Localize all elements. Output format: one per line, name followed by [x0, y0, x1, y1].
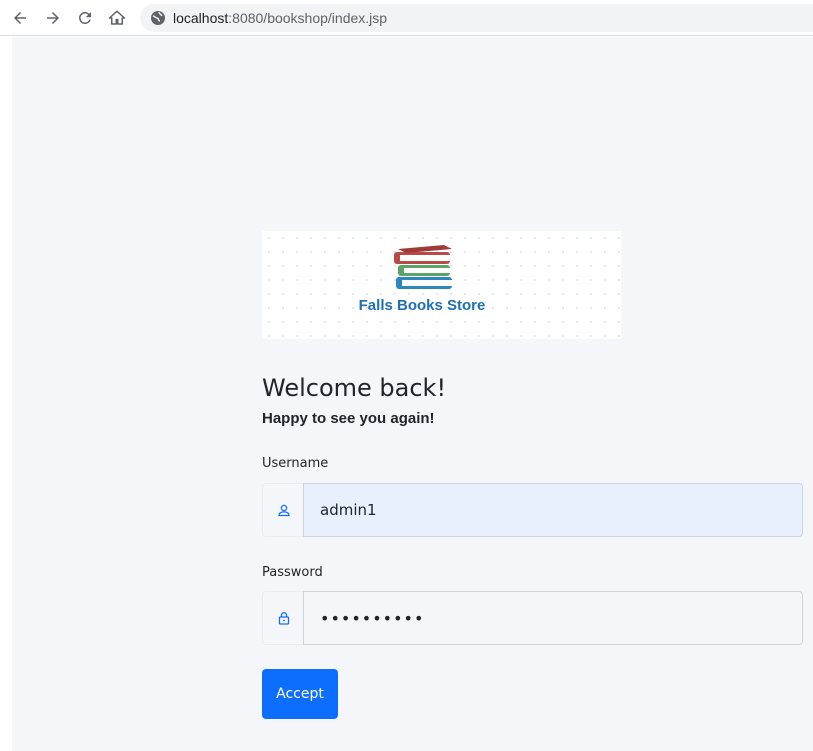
password-label: Password	[262, 565, 323, 580]
store-logo-text: Falls Books Store	[358, 297, 486, 314]
page-subtitle: Happy to see you again!	[262, 410, 435, 427]
password-group: ••••••••••	[262, 591, 803, 645]
books-stack-icon	[394, 245, 452, 289]
password-input[interactable]: ••••••••••	[303, 591, 803, 645]
forward-icon[interactable]	[41, 6, 65, 30]
store-logo: Falls Books Store	[262, 231, 621, 339]
url-text[interactable]: localhost:8080/bookshop/index.jsp	[173, 10, 387, 26]
accept-button[interactable]: Accept	[262, 669, 338, 719]
address-bar[interactable]: localhost:8080/bookshop/index.jsp	[140, 4, 813, 32]
user-icon	[262, 483, 304, 537]
username-group: admin1	[262, 483, 803, 537]
url-host: localhost	[173, 10, 229, 26]
url-path: :8080/bookshop/index.jsp	[228, 10, 388, 26]
browser-toolbar: localhost:8080/bookshop/index.jsp	[0, 0, 813, 36]
page-title: Welcome back!	[262, 374, 447, 402]
site-info-icon[interactable]	[150, 10, 166, 26]
username-input[interactable]: admin1	[303, 483, 803, 537]
username-label: Username	[262, 456, 329, 471]
back-icon[interactable]	[8, 6, 32, 30]
home-icon[interactable]	[105, 6, 129, 30]
lock-icon	[262, 591, 304, 645]
page-left-strip	[0, 37, 12, 751]
reload-icon[interactable]	[73, 6, 97, 30]
